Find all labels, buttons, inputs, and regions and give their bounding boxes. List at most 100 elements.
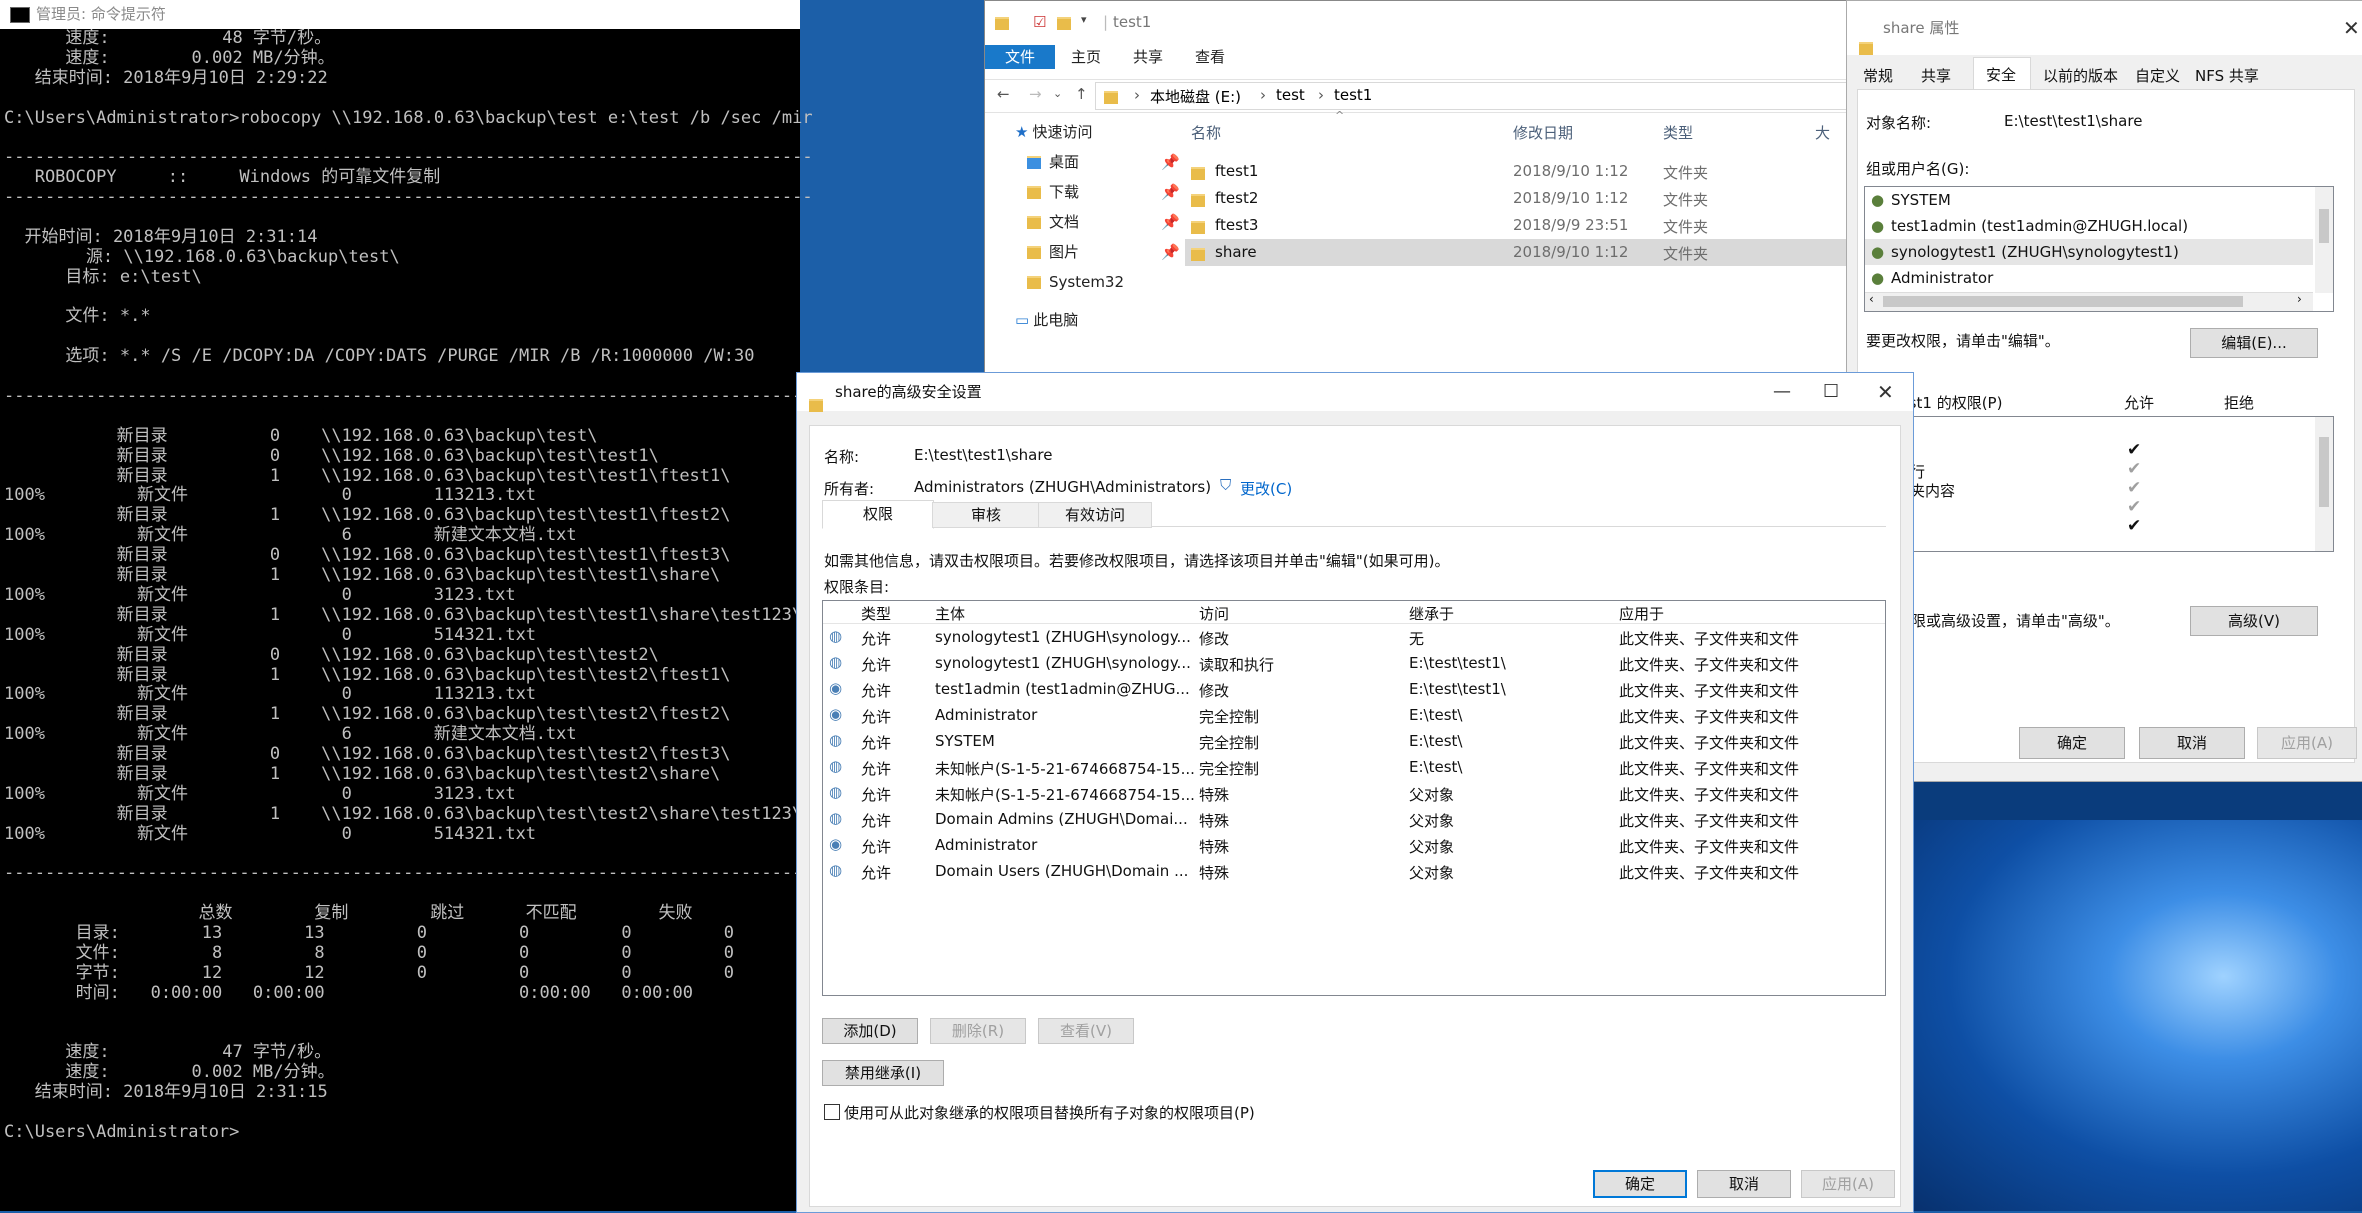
properties-title: share 属性 xyxy=(1883,19,1960,37)
permission-entry-row[interactable]: ◍ 允许 未知帐户(S-1-5-21-674668754-15... 完全控制 E:\t… xyxy=(823,754,1885,780)
permission-entry-row[interactable]: ◍ 允许 Domain Admins (ZHUGH\Domai... 特殊 父对象 此文件… xyxy=(823,806,1885,832)
user-list-hscroll[interactable]: ‹ › xyxy=(1865,292,2313,311)
cmd-output[interactable]: 速度: 48 字节/秒。 速度: 0.002 MB/分钟。 结束时间: 2018… xyxy=(0,28,813,1143)
props-apply-button[interactable]: 应用(A) xyxy=(2257,727,2357,759)
file-row[interactable]: ftest3 2018/9/9 23:51 文件夹 xyxy=(1185,212,1849,239)
user-list[interactable]: ● SYSTEM ● test1admin (test1admin@ZHUGH.loc… xyxy=(1864,186,2334,312)
nav-documents[interactable]: 文档 📌 xyxy=(985,207,1185,237)
permissions-vscroll[interactable] xyxy=(2315,417,2333,551)
props-cancel-button[interactable]: 取消 xyxy=(2139,727,2245,759)
nav-downloads[interactable]: 下载 📌 xyxy=(985,177,1185,207)
ribbon-tab-view[interactable]: 查看 xyxy=(1195,45,1225,69)
nav-system32[interactable]: System32 xyxy=(985,267,1185,297)
properties-dialog[interactable]: share 属性 ✕ 常规 共享 安全 以前的版本 自定义 NFS 共享 对象名… xyxy=(1846,0,2362,782)
pin-icon[interactable]: 📌 xyxy=(1161,147,1180,177)
col-name[interactable]: 名称 xyxy=(1191,122,1221,143)
permission-entry-row[interactable]: ◉ 允许 test1admin (test1admin@ZHUG... 修改 E:\te… xyxy=(823,676,1885,702)
ribbon-tab-home[interactable]: 主页 xyxy=(1071,45,1101,69)
cmd-window[interactable]: 管理员: 命令提示符 速度: 48 字节/秒。 速度: 0.002 MB/分钟。… xyxy=(0,0,813,1211)
tab-auditing[interactable]: 审核 xyxy=(932,502,1040,528)
pin-icon[interactable]: 📌 xyxy=(1161,237,1180,267)
address-bar[interactable]: › 本地磁盘 (E:) › test › test1 xyxy=(1095,82,1851,110)
breadcrumb-test1[interactable]: test1 xyxy=(1334,86,1372,104)
pin-icon[interactable]: 📌 xyxy=(1161,177,1180,207)
adv-ok-button[interactable]: 确定 xyxy=(1593,1170,1687,1198)
user-list-item[interactable]: ● SYSTEM xyxy=(1865,187,2313,213)
tab-customize[interactable]: 自定义 xyxy=(2135,65,2180,86)
col-inherited-from[interactable]: 继承于 xyxy=(1409,603,1454,624)
recent-chevron-icon[interactable]: ⌄ xyxy=(1053,87,1062,100)
tab-sharing[interactable]: 共享 xyxy=(1921,65,1951,86)
nav-desktop[interactable]: 桌面 📌 xyxy=(985,147,1185,177)
col-access[interactable]: 访问 xyxy=(1199,603,1229,624)
adv-apply-button[interactable]: 应用(A) xyxy=(1801,1170,1895,1198)
permission-entry-row[interactable]: ◍ 允许 Domain Users (ZHUGH\Domain ... 特殊 父对象 此文… xyxy=(823,858,1885,884)
nav-this-pc[interactable]: ▭ 此电脑 xyxy=(985,305,1185,335)
view-button[interactable]: 查看(V) xyxy=(1038,1018,1134,1044)
change-owner-link[interactable]: 更改(C) xyxy=(1240,478,1292,499)
permission-entry-row[interactable]: ◍ 允许 synologytest1 (ZHUGH\synology... 读取和执行… xyxy=(823,650,1885,676)
permission-entry-row[interactable]: ◍ 允许 synologytest1 (ZHUGH\synology... 修改 无 此文… xyxy=(823,624,1885,650)
file-row[interactable]: ftest2 2018/9/10 1:12 文件夹 xyxy=(1185,185,1849,212)
back-arrow-icon[interactable]: ← xyxy=(997,85,1010,103)
breadcrumb-test[interactable]: test xyxy=(1276,86,1305,104)
user-list-item[interactable]: ● test1admin (test1admin@ZHUGH.local) xyxy=(1865,213,2313,239)
tab-permissions[interactable]: 权限 xyxy=(822,500,934,529)
permission-entry-row[interactable]: ◍ 允许 SYSTEM 完全控制 E:\test\ 此文件夹、子文件夹和文件 xyxy=(823,728,1885,754)
replace-child-checkbox[interactable] xyxy=(824,1104,840,1120)
maximize-icon[interactable]: ☐ xyxy=(1823,373,1839,411)
col-size[interactable]: 大 xyxy=(1815,122,1830,143)
file-row[interactable]: share 2018/9/10 1:12 文件夹 xyxy=(1185,239,1849,266)
col-type[interactable]: 类型 xyxy=(861,603,891,624)
close-icon[interactable]: ✕ xyxy=(1877,373,1894,411)
tab-nfs[interactable]: NFS 共享 xyxy=(2195,65,2259,86)
advanced-button[interactable]: 高级(V) xyxy=(2190,606,2318,636)
entry-access: 特殊 xyxy=(1199,864,1230,882)
cmd-titlebar[interactable]: 管理员: 命令提示符 xyxy=(0,0,800,29)
advanced-titlebar[interactable]: share的高级安全设置 — ☐ ✕ xyxy=(797,373,1913,412)
add-button[interactable]: 添加(D) xyxy=(822,1018,918,1044)
disable-inheritance-button[interactable]: 禁用继承(I) xyxy=(822,1060,944,1086)
qat-dropdown-icon[interactable]: ▾ xyxy=(1081,13,1087,26)
permission-entries-grid[interactable]: 类型 主体 访问 继承于 应用于 ◍ 允许 synologytest1 (ZHUGH… xyxy=(822,600,1886,996)
permission-entry-row[interactable]: ◉ 允许 Administrator 完全控制 E:\test\ 此文件夹、子文件夹和文件 xyxy=(823,702,1885,728)
col-type[interactable]: 类型 xyxy=(1663,122,1693,143)
remove-button[interactable]: 删除(R) xyxy=(930,1018,1026,1044)
forward-arrow-icon[interactable]: → xyxy=(1029,85,1042,103)
edit-button[interactable]: 编辑(E)... xyxy=(2190,328,2318,358)
minimize-icon[interactable]: — xyxy=(1773,373,1791,411)
adv-cancel-button[interactable]: 取消 xyxy=(1697,1170,1791,1198)
entry-type: 允许 xyxy=(861,760,892,778)
tab-general[interactable]: 常规 xyxy=(1863,65,1893,86)
ribbon-tab-share[interactable]: 共享 xyxy=(1133,45,1163,69)
properties-icon[interactable]: ☑ xyxy=(1033,13,1046,31)
tab-effective-access[interactable]: 有效访问 xyxy=(1038,502,1152,528)
advanced-security-dialog[interactable]: share的高级安全设置 — ☐ ✕ 名称: E:\test\test1\sha… xyxy=(796,372,1914,1213)
col-principal[interactable]: 主体 xyxy=(935,603,965,624)
col-date[interactable]: 修改日期 xyxy=(1513,122,1573,143)
col-applies-to[interactable]: 应用于 xyxy=(1619,603,1664,624)
cmd-line: 新目录 1 \\192.168.0.63\backup\test\test2\s… xyxy=(4,763,721,784)
permission-entry-row[interactable]: ◍ 允许 未知帐户(S-1-5-21-674668754-15... 特殊 父对象 此文件… xyxy=(823,780,1885,806)
props-ok-button[interactable]: 确定 xyxy=(2019,727,2125,759)
tab-security[interactable]: 安全 xyxy=(1973,57,2031,90)
file-row[interactable]: ftest1 2018/9/10 1:12 文件夹 xyxy=(1185,158,1849,185)
user-list-item[interactable]: ● Administrator xyxy=(1865,265,2313,291)
user-list-item[interactable]: ● synologytest1 (ZHUGH\synologytest1) xyxy=(1865,239,2313,265)
nav-pictures[interactable]: 图片 📌 xyxy=(985,237,1185,267)
ribbon-tab-file[interactable]: 文件 xyxy=(985,45,1055,69)
up-arrow-icon[interactable]: ↑ xyxy=(1075,85,1088,103)
permissions-list[interactable]: 全控制改✔取和执行✔出文件夹内容✔取✔入✔ xyxy=(1864,416,2334,552)
pin-icon[interactable]: 📌 xyxy=(1161,207,1180,237)
nav-quick-access[interactable]: ★ 快速访问 xyxy=(985,117,1185,147)
properties-titlebar[interactable]: share 属性 ✕ xyxy=(1847,1,2362,55)
explorer-titlebar[interactable]: ☑ ▾ | test1 xyxy=(985,1,1849,45)
explorer-window[interactable]: ☑ ▾ | test1 文件 主页 共享 查看 ← → ⌄ ↑ › 本地磁盘 (… xyxy=(984,0,1851,376)
tab-previous-versions[interactable]: 以前的版本 xyxy=(2043,65,2118,86)
new-folder-icon[interactable] xyxy=(1057,14,1079,32)
permission-entry-row[interactable]: ◉ 允许 Administrator 特殊 父对象 此文件夹、子文件夹和文件 xyxy=(823,832,1885,858)
entry-principal: Domain Admins (ZHUGH\Domai... xyxy=(935,810,1188,828)
close-icon[interactable]: ✕ xyxy=(2343,1,2360,55)
user-list-vscroll[interactable] xyxy=(2315,187,2333,293)
breadcrumb-drive[interactable]: 本地磁盘 (E:) xyxy=(1150,86,1241,107)
